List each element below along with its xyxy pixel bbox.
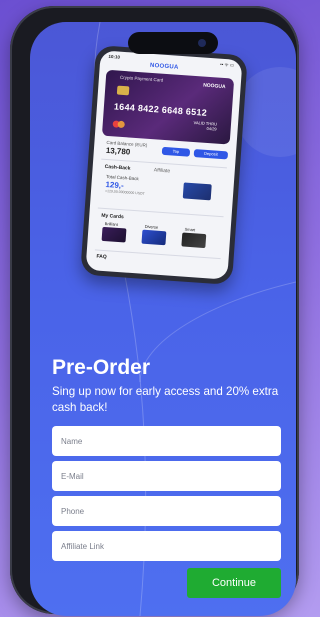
deposit-button: Deposit (193, 149, 229, 160)
mockup-logo: NOOGUA (149, 62, 179, 71)
card-smart-image (181, 232, 207, 249)
divider (94, 249, 221, 260)
balance-value: 13,780 (105, 145, 131, 157)
cards-row: Brilliant Diverse Smart (101, 221, 217, 249)
card-diverse-image (141, 229, 167, 246)
top-up-button: Top (161, 146, 191, 157)
camera-icon (198, 39, 206, 47)
card-type-diverse: Diverse (144, 223, 159, 230)
card-number: 1644 8422 6648 6512 (113, 101, 208, 118)
mockup-status-icons: ▪▪ ᯤ ▭ (219, 61, 235, 68)
continue-button[interactable]: Continue (187, 568, 281, 598)
card-brilliant-image (101, 226, 127, 243)
tab-affiliate: Affiliate (153, 167, 171, 175)
affiliate-link-field[interactable] (52, 531, 281, 561)
card-type-label: Crypto Payment Card (119, 74, 164, 83)
mockup-status-time: 10:10 (108, 53, 121, 60)
chip-icon (116, 85, 130, 96)
mockup-screen: 10:10 ▪▪ ᯤ ▭ NOOGUA Crypto Payment Card … (85, 50, 243, 280)
my-cards-label: My Cards (101, 212, 124, 221)
valid-date: 04/29 (206, 125, 217, 132)
faq-label: FAQ (96, 253, 107, 261)
tab-cashback: Cash-Back (104, 163, 131, 172)
card-validity: VALID THRU 04/29 (193, 120, 217, 132)
app-mockup: 10:10 ▪▪ ᯤ ▭ NOOGUA Crypto Payment Card … (80, 44, 248, 286)
phone-device: 10:10 ▪▪ ᯤ ▭ NOOGUA Crypto Payment Card … (10, 6, 299, 616)
cashback-sub: =129,00.00000000 USDT (104, 188, 145, 196)
page-title: Pre-Order (52, 356, 151, 379)
phone-field[interactable] (52, 496, 281, 526)
email-field[interactable] (52, 461, 281, 491)
payment-card: Crypto Payment Card NOOGUA 1644 8422 664… (101, 69, 235, 145)
card-type-brilliant: Brilliant (104, 221, 119, 227)
card-brand: NOOGUA (202, 82, 226, 91)
phone-screen: 10:10 ▪▪ ᯤ ▭ NOOGUA Crypto Payment Card … (30, 22, 296, 616)
dynamic-island (128, 32, 218, 54)
page-subtitle: Sing up now for early access and 20% ext… (52, 385, 279, 414)
cashback-card-image (182, 182, 212, 201)
name-field[interactable] (52, 426, 281, 456)
card-type-smart: Smart (184, 226, 196, 233)
mastercard-icon (113, 120, 125, 128)
